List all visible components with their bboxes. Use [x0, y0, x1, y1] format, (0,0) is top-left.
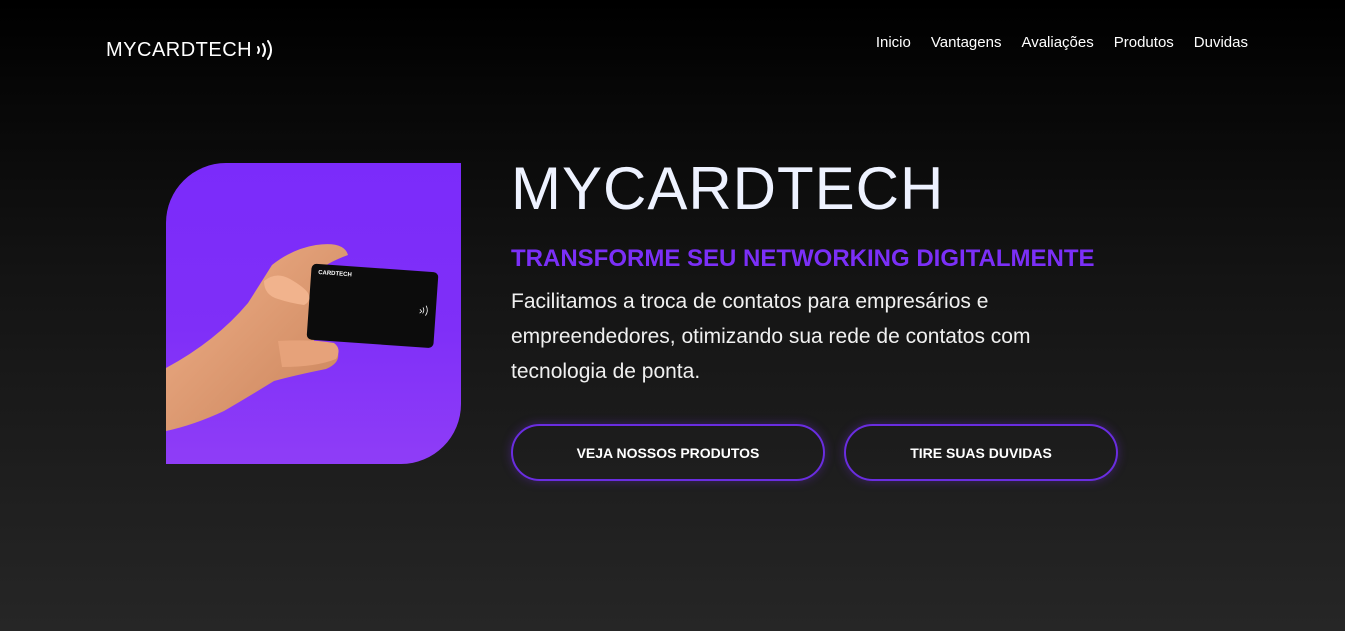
hero-buttons: VEJA NOSSOS PRODUTOS TIRE SUAS DUVIDAS [511, 424, 1118, 481]
nav-link-avaliacoes[interactable]: Avaliações [1021, 33, 1093, 53]
nav-item-inicio: Inicio [876, 33, 911, 53]
nfc-wave-icon [255, 38, 277, 62]
nav-item-produtos: Produtos [1114, 33, 1174, 53]
hero-subtitle: TRANSFORME SEU NETWORKING DIGITALMENTE [511, 245, 1095, 272]
hero-image: CARDTECH [166, 163, 461, 464]
faq-button[interactable]: TIRE SUAS DUVIDAS [844, 424, 1118, 481]
nav-item-duvidas: Duvidas [1194, 33, 1248, 53]
nav-link-vantagens[interactable]: Vantagens [931, 33, 1002, 53]
nav-menu: Inicio Vantagens Avaliações Produtos Duv… [876, 33, 1248, 53]
view-products-button[interactable]: VEJA NOSSOS PRODUTOS [511, 424, 825, 481]
nav-link-produtos[interactable]: Produtos [1114, 33, 1174, 53]
hero-title: MYCARDTECH [511, 155, 945, 222]
logo-link[interactable]: MYCARDTECH [106, 38, 277, 62]
hero-description: Facilitamos a troca de contatos para emp… [511, 290, 1031, 383]
navbar: MYCARDTECH Inicio Vantagens Avaliações P… [0, 0, 1345, 86]
hero-content: MYCARDTECH TRANSFORME SEU NETWORKING DIG… [511, 155, 1151, 389]
nav-link-inicio[interactable]: Inicio [876, 33, 911, 53]
nav-item-vantagens: Vantagens [931, 33, 1002, 53]
logo-text: MYCARDTECH [106, 39, 253, 61]
nav-item-avaliacoes: Avaliações [1021, 33, 1093, 53]
hand-holding-card-icon: CARDTECH [166, 244, 439, 431]
nav-link-duvidas[interactable]: Duvidas [1194, 33, 1248, 53]
